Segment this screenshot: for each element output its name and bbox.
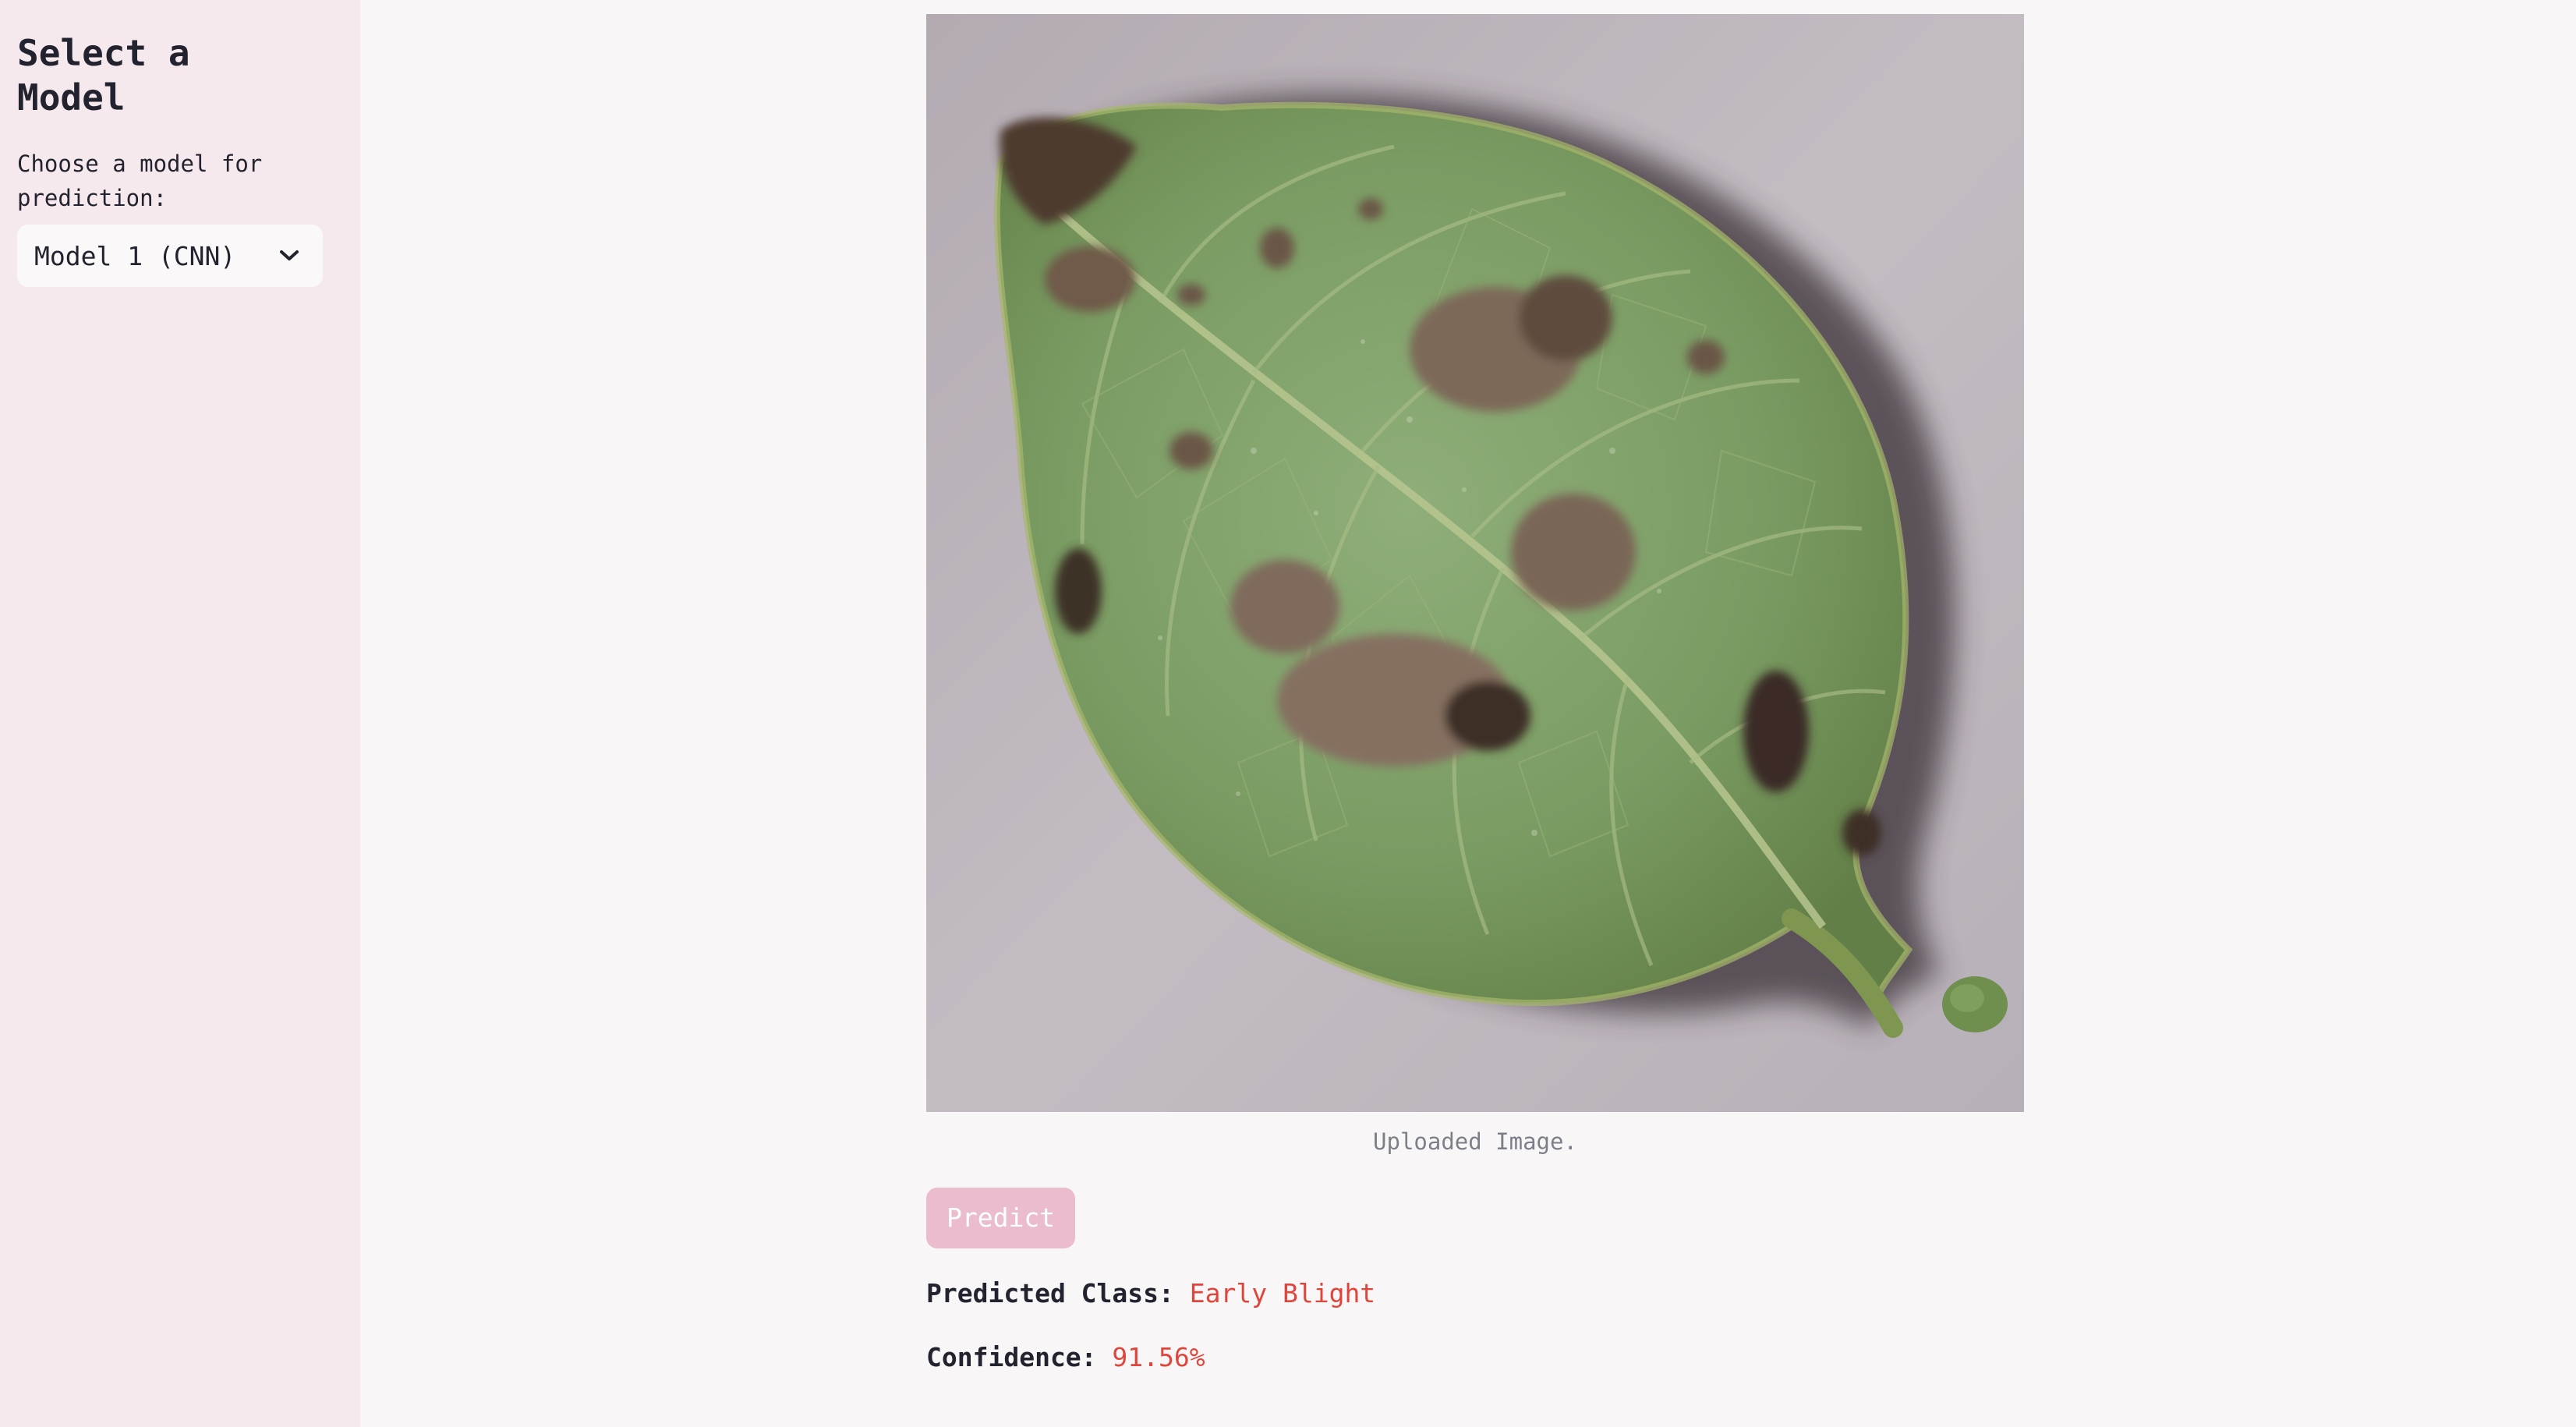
main-content: Uploaded Image. Predict Predicted Class:… <box>360 0 2576 1427</box>
chevron-down-icon <box>278 244 301 267</box>
predicted-class-label: Predicted Class: <box>926 1278 1174 1308</box>
sidebar: Select a Model Choose a model for predic… <box>0 0 360 1427</box>
sidebar-title: Select a Model <box>17 32 190 119</box>
predict-button[interactable]: Predict <box>926 1188 1076 1248</box>
confidence-label: Confidence: <box>926 1342 1097 1372</box>
model-select-value: Model 1 (CNN) <box>34 240 236 271</box>
confidence-value: 91.56% <box>1112 1342 1205 1372</box>
uploaded-leaf-image <box>926 14 2024 1112</box>
image-caption: Uploaded Image. <box>1373 1128 1577 1155</box>
confidence-line: Confidence: 91.56% <box>926 1340 1205 1375</box>
predicted-class-line: Predicted Class: Early Blight <box>926 1277 1375 1311</box>
predicted-class-value: Early Blight <box>1189 1278 1376 1308</box>
app-root: Select a Model Choose a model for predic… <box>0 0 2576 1427</box>
model-select[interactable]: Model 1 (CNN) <box>17 225 323 287</box>
model-select-label: Choose a model for prediction: <box>17 150 263 211</box>
